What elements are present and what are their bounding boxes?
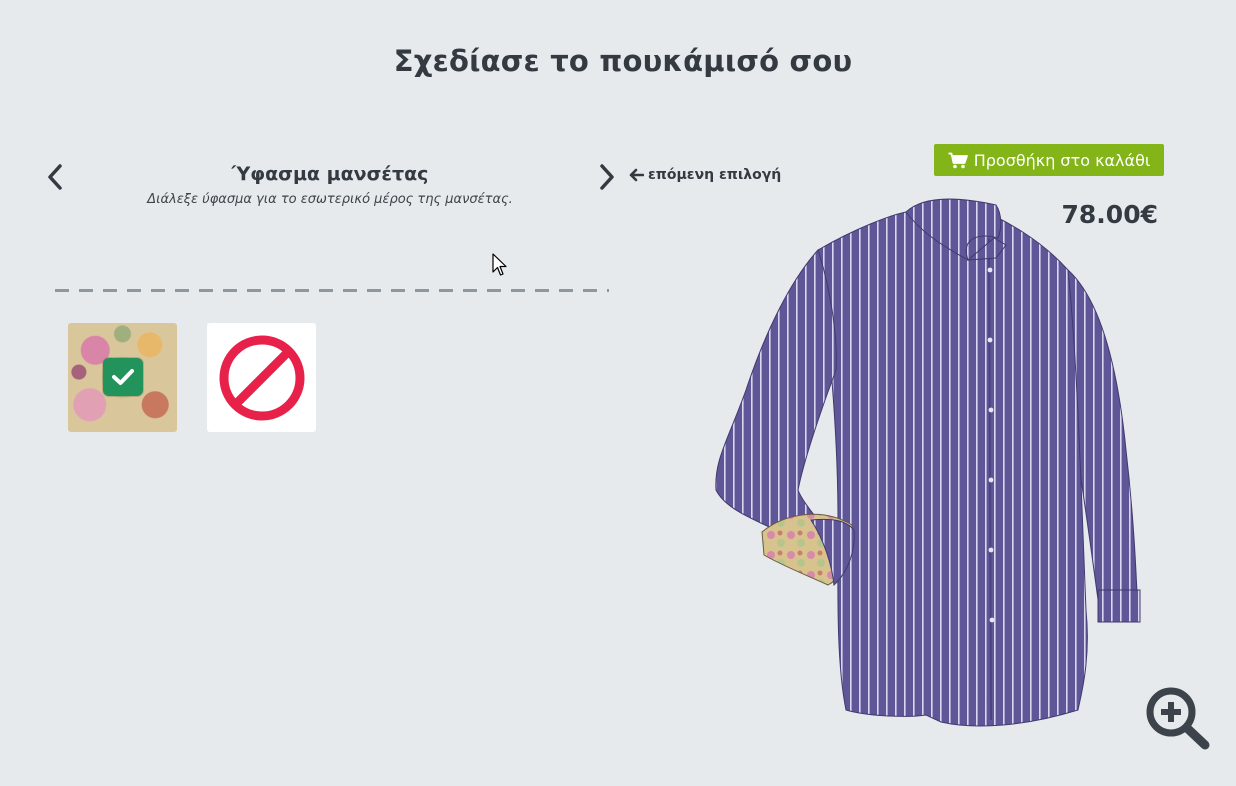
divider: [55, 289, 609, 292]
zoom-in-icon: [1146, 687, 1210, 750]
chevron-right-icon: [600, 164, 614, 190]
step-title: Ύφασμα μανσέτας: [231, 163, 429, 185]
add-to-cart-label: Προσθήκη στο καλάθι: [973, 150, 1151, 170]
page-title: Σχεδίασε το πουκάμισό σου: [393, 44, 853, 78]
swatch-floral-fabric[interactable]: [68, 323, 177, 432]
mouse-cursor-icon: [492, 253, 507, 276]
shirt-designer-page: Σχεδίασε το πουκάμισό σου Ύφασμα μανσέτα…: [0, 0, 1236, 786]
chevron-left-icon: [48, 164, 62, 190]
shopping-cart-icon: [948, 152, 968, 168]
add-to-cart-button[interactable]: Προσθήκη στο καλάθι: [934, 144, 1164, 176]
next-option-label: επόμενη επιλογή: [648, 167, 782, 183]
zoom-in-button[interactable]: [1145, 686, 1211, 750]
prohibited-icon: [219, 335, 304, 420]
shirt-preview: [706, 190, 1146, 730]
next-step-button[interactable]: [593, 162, 621, 192]
selected-badge: [103, 358, 143, 396]
next-option-link[interactable]: επόμενη επιλογή: [628, 167, 781, 183]
previous-step-button[interactable]: [41, 162, 69, 192]
step-subtitle: Διάλεξε ύφασμα για το εσωτερικό μέρος τη…: [147, 192, 513, 207]
arrow-left-icon: [629, 168, 644, 182]
checkmark-icon: [112, 369, 134, 385]
swatch-no-fabric[interactable]: [207, 323, 316, 432]
